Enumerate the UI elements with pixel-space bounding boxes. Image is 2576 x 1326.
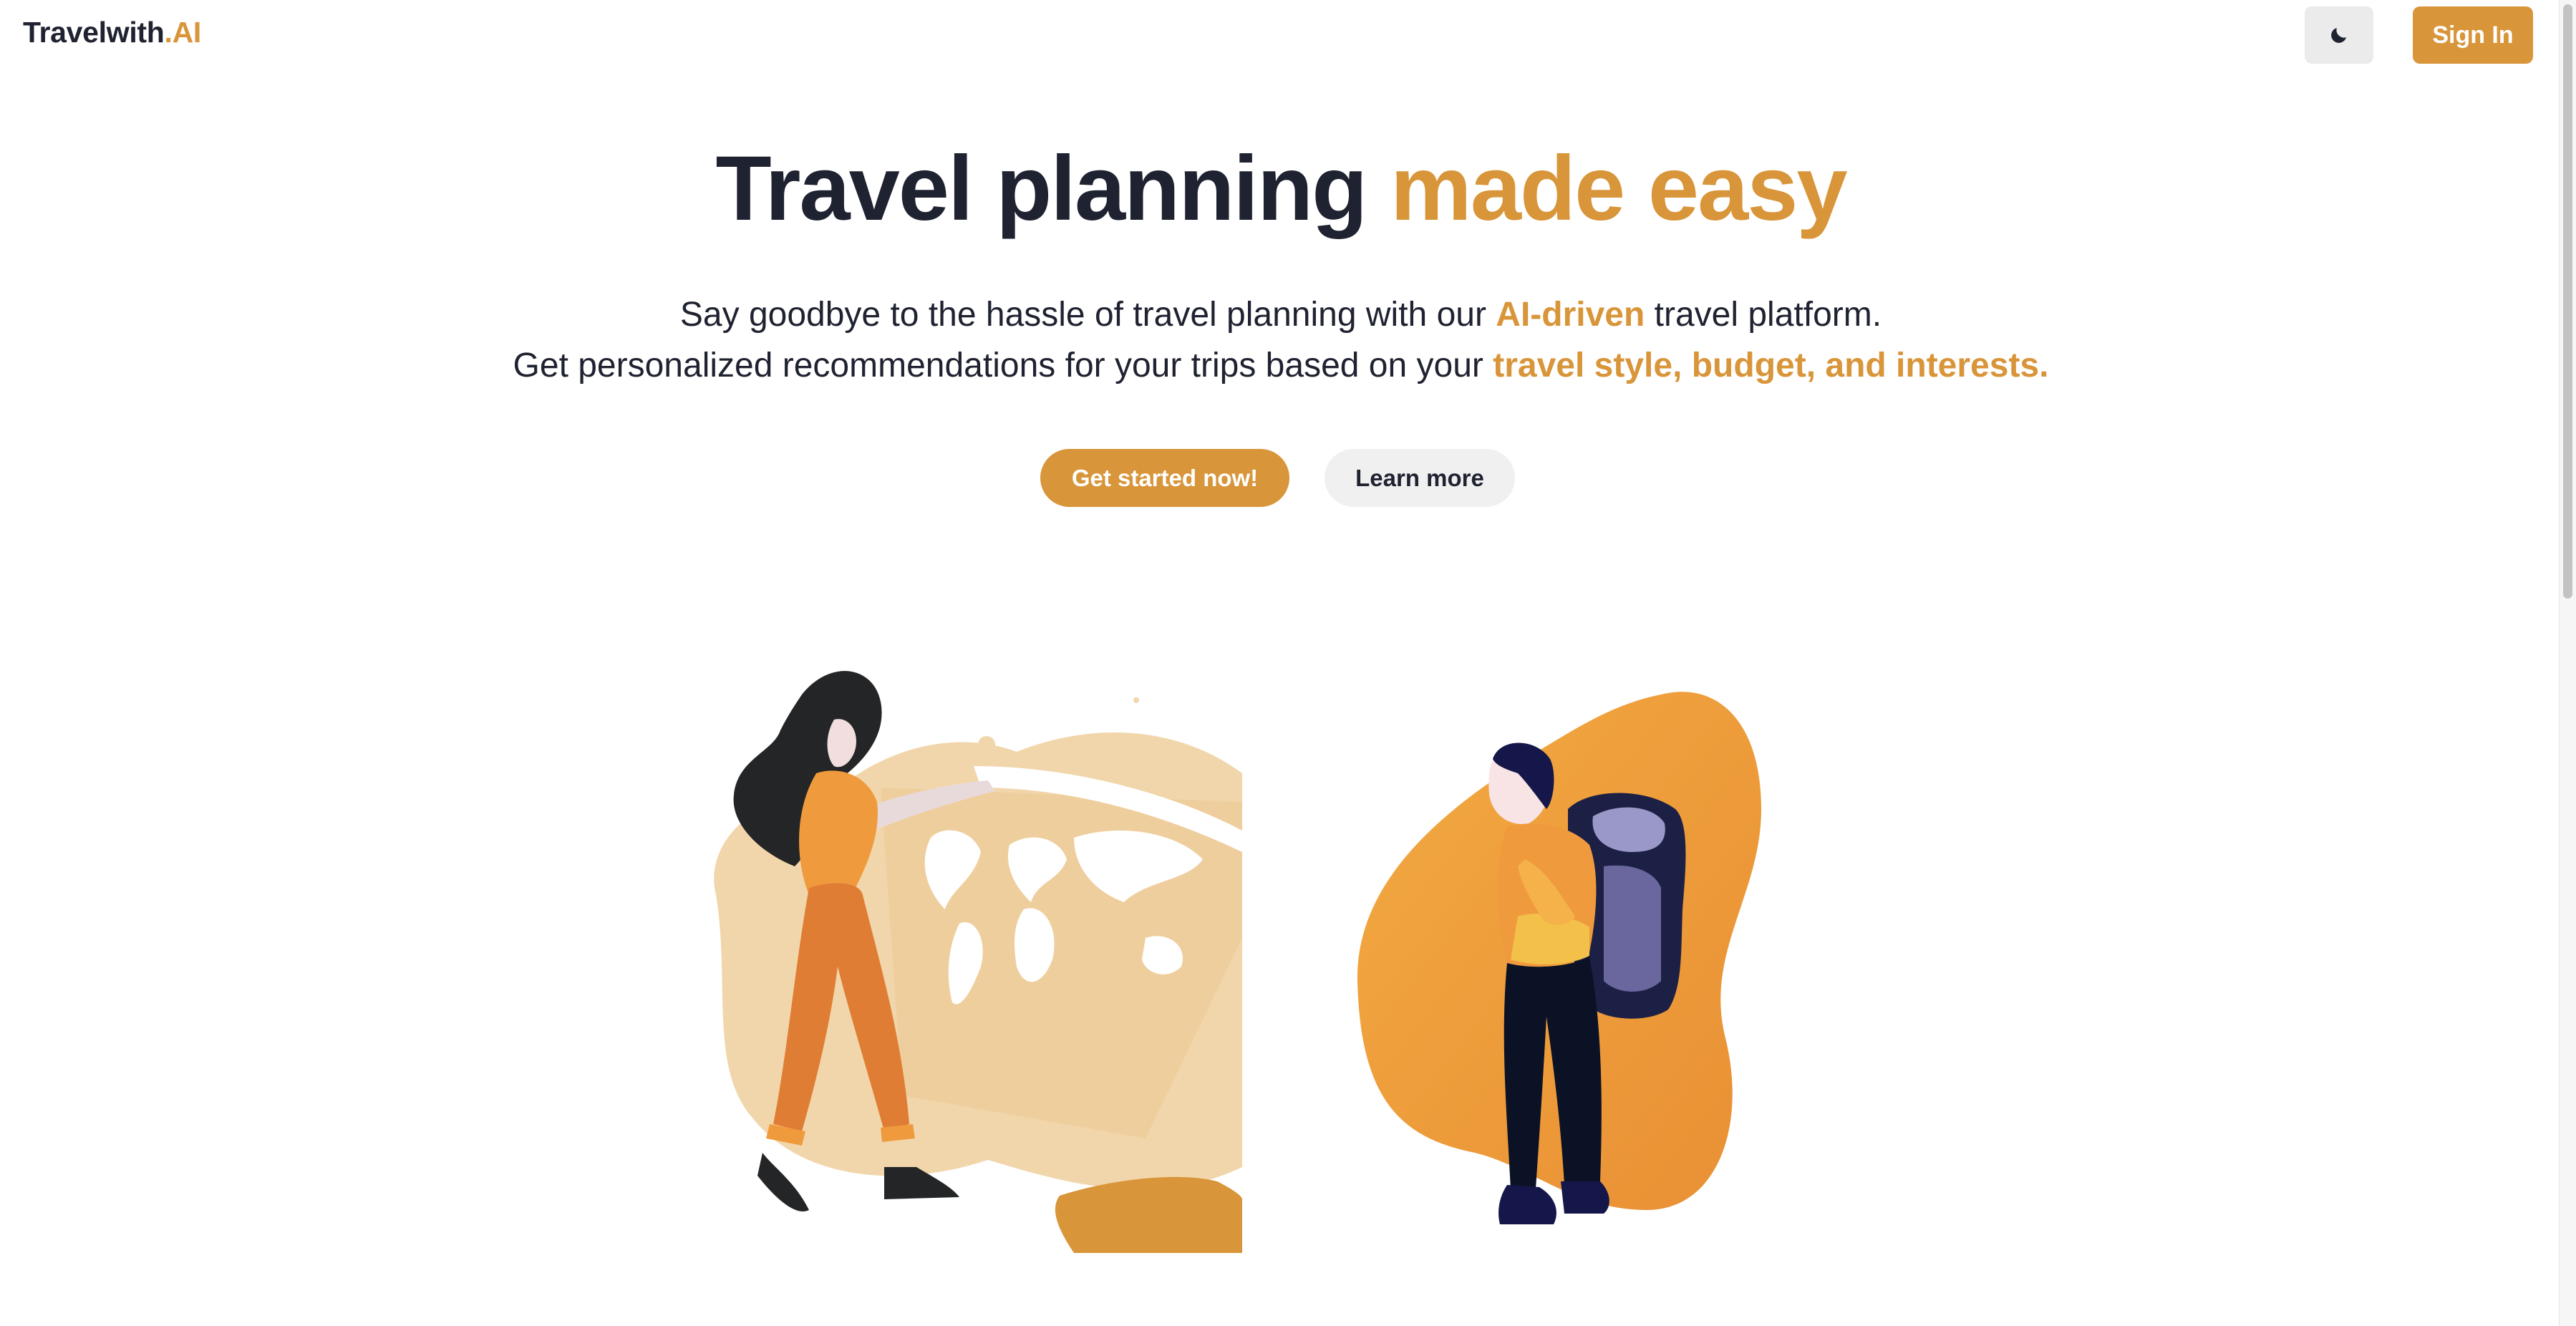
backpacker-shoes <box>1498 1185 1556 1224</box>
brand-logo[interactable]: Travelwith.AI <box>23 16 201 49</box>
brand-name: Travelwith <box>23 16 165 49</box>
theme-toggle-button[interactable] <box>2305 6 2373 64</box>
subtitle-line2-text: Get personalized recommendations for you… <box>513 347 1493 384</box>
moon-icon <box>2331 28 2346 43</box>
woman-with-map-illustration <box>714 671 1242 1253</box>
subtitle-line1-highlight: AI-driven <box>1496 296 1645 334</box>
get-started-button[interactable]: Get started now! <box>1040 449 1289 507</box>
landing-page: Travelwith.AI Sign In Travel planning ma… <box>0 0 2576 1326</box>
ground-shape <box>1055 1176 1242 1253</box>
hero-subtitle-line2: Get personalized recommendations for you… <box>0 346 2562 385</box>
hero-title-main: Travel planning <box>715 137 1390 240</box>
page-scrollbar[interactable] <box>2559 0 2576 1326</box>
sign-in-button[interactable]: Sign In <box>2413 6 2533 64</box>
learn-more-button[interactable]: Learn more <box>1325 449 1515 507</box>
hero-subtitle-line1: Say goodbye to the hassle of travel plan… <box>0 295 2562 334</box>
subtitle-line2-highlight: travel style, budget, and interests. <box>1493 347 2049 384</box>
hero-title-accent: made easy <box>1390 137 1848 240</box>
hero-title: Travel planning made easy <box>0 136 2562 241</box>
subtitle-line1-text: Say goodbye to the hassle of travel plan… <box>679 296 1496 334</box>
woman-shoe-right <box>884 1167 959 1199</box>
scrollbar-thumb[interactable] <box>2563 4 2572 599</box>
woman-shoe-left <box>757 1153 809 1211</box>
backpacker-illustration <box>1357 692 1761 1224</box>
brand-suffix: .AI <box>164 16 202 49</box>
subtitle-line1-end: travel platform. <box>1645 296 1882 334</box>
